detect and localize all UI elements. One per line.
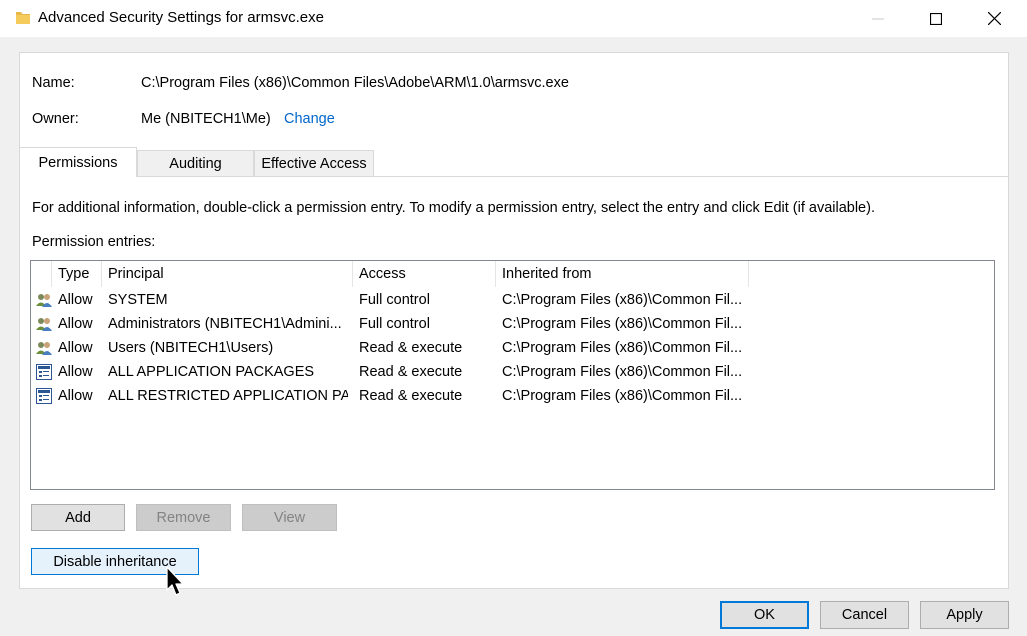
column-header-access[interactable]: Access bbox=[353, 261, 496, 287]
entry-inherited-from: C:\Program Files (x86)\Common Fil... bbox=[502, 340, 743, 356]
folder-icon bbox=[16, 12, 30, 24]
entry-inherited-from: C:\Program Files (x86)\Common Fil... bbox=[502, 388, 743, 404]
app-package-icon bbox=[36, 388, 52, 404]
entry-inherited-from: C:\Program Files (x86)\Common Fil... bbox=[502, 316, 743, 332]
entry-type: Allow bbox=[58, 316, 93, 332]
table-row[interactable]: Allow ALL RESTRICTED APPLICATION PA... R… bbox=[31, 384, 994, 408]
remove-button[interactable]: Remove bbox=[136, 504, 231, 531]
entry-principal: Users (NBITECH1\Users) bbox=[108, 340, 274, 356]
permission-entries-list[interactable]: Type Principal Access Inherited from All… bbox=[30, 260, 995, 490]
user-group-icon bbox=[36, 318, 52, 331]
entry-inherited-from: C:\Program Files (x86)\Common Fil... bbox=[502, 364, 743, 380]
entry-inherited-from: C:\Program Files (x86)\Common Fil... bbox=[502, 292, 743, 308]
tab-auditing[interactable]: Auditing bbox=[137, 150, 254, 176]
cancel-button[interactable]: Cancel bbox=[820, 601, 909, 629]
entry-principal: Administrators (NBITECH1\Admini... bbox=[108, 316, 342, 332]
permission-entries-label: Permission entries: bbox=[32, 234, 156, 250]
column-header-type[interactable]: Type bbox=[52, 261, 102, 287]
table-row[interactable]: Allow ALL APPLICATION PACKAGES Read & ex… bbox=[31, 360, 994, 384]
change-owner-link[interactable]: Change bbox=[284, 111, 335, 127]
maximize-icon bbox=[930, 12, 942, 25]
instructions-text: For additional information, double-click… bbox=[32, 200, 875, 216]
view-button[interactable]: View bbox=[242, 504, 337, 531]
column-header-principal[interactable]: Principal bbox=[102, 261, 353, 287]
entry-principal: SYSTEM bbox=[108, 292, 168, 308]
minimize-button[interactable] bbox=[849, 0, 907, 37]
name-value: C:\Program Files (x86)\Common Files\Adob… bbox=[141, 75, 569, 91]
entry-principal: ALL APPLICATION PACKAGES bbox=[108, 364, 315, 380]
app-package-icon bbox=[36, 364, 52, 380]
close-icon bbox=[987, 12, 1001, 25]
icon-column-header[interactable] bbox=[31, 261, 52, 287]
tab-divider bbox=[19, 176, 1009, 177]
entry-type: Allow bbox=[58, 292, 93, 308]
entry-type: Allow bbox=[58, 340, 93, 356]
ok-button[interactable]: OK bbox=[720, 601, 809, 629]
entry-type: Allow bbox=[58, 364, 93, 380]
tab-permissions[interactable]: Permissions bbox=[19, 147, 137, 177]
owner-value: Me (NBITECH1\Me) bbox=[141, 111, 271, 127]
column-header-inherited-from[interactable]: Inherited from bbox=[496, 261, 749, 287]
add-button[interactable]: Add bbox=[31, 504, 125, 531]
close-button[interactable] bbox=[965, 0, 1023, 37]
owner-label: Owner: bbox=[32, 111, 79, 127]
user-group-icon bbox=[36, 294, 52, 307]
entry-access: Read & execute bbox=[359, 388, 463, 404]
table-row[interactable]: Allow SYSTEM Full control C:\Program Fil… bbox=[31, 288, 994, 312]
entry-access: Full control bbox=[359, 316, 430, 332]
list-header: Type Principal Access Inherited from bbox=[31, 261, 994, 287]
tab-effective-access[interactable]: Effective Access bbox=[254, 150, 374, 176]
apply-button[interactable]: Apply bbox=[920, 601, 1009, 629]
entry-access: Full control bbox=[359, 292, 430, 308]
window-title: Advanced Security Settings for armsvc.ex… bbox=[38, 9, 324, 26]
minimize-icon bbox=[872, 18, 884, 19]
entry-principal: ALL RESTRICTED APPLICATION PA... bbox=[108, 388, 348, 404]
maximize-button[interactable] bbox=[907, 0, 965, 37]
user-group-icon bbox=[36, 342, 52, 355]
name-label: Name: bbox=[32, 75, 75, 91]
title-bar: Advanced Security Settings for armsvc.ex… bbox=[0, 0, 1027, 37]
entry-access: Read & execute bbox=[359, 340, 463, 356]
table-row[interactable]: Allow Administrators (NBITECH1\Admini...… bbox=[31, 312, 994, 336]
mouse-cursor-icon bbox=[166, 566, 184, 596]
entry-access: Read & execute bbox=[359, 364, 463, 380]
table-row[interactable]: Allow Users (NBITECH1\Users) Read & exec… bbox=[31, 336, 994, 360]
entry-type: Allow bbox=[58, 388, 93, 404]
